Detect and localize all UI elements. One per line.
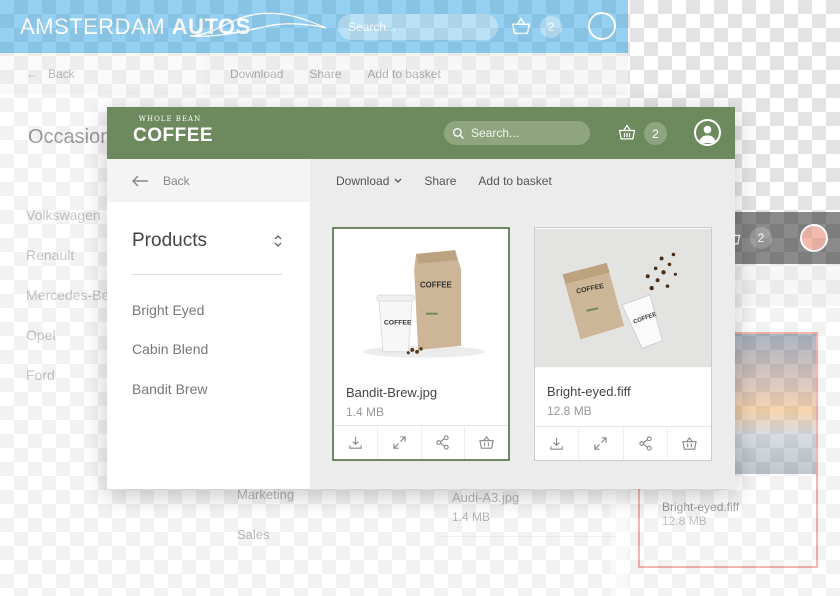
user-avatar-icon[interactable] [694,119,721,146]
download-icon[interactable] [535,427,580,460]
sidebar-item-bright-eyed[interactable]: Bright Eyed [132,302,204,318]
sidebar-item-mercedes[interactable]: Mercedes-Be [26,275,109,315]
autos-download-button[interactable]: Download [230,67,283,81]
sidebar-item-ford[interactable]: Ford [26,355,109,395]
search-input[interactable]: Search... [444,121,590,145]
add-to-basket-button[interactable]: Add to basket [478,174,551,188]
file-size: 12.8 MB [547,404,592,418]
file-name: Bandit-Brew.jpg [346,385,438,400]
basket-count-badge: 2 [750,227,772,249]
products-selector[interactable]: Products [132,230,282,252]
autos-header: AMSTERDAM AUTOS Search... 2 [0,0,628,53]
basket-icon[interactable] [617,123,637,143]
svg-text:COFFEE: COFFEE [420,280,452,289]
basket-count-badge: 2 [644,122,667,145]
sidebar-item-renault[interactable]: Renault [26,235,109,275]
basket-icon[interactable] [668,427,711,460]
sidebar-item-bandit-brew[interactable]: Bandit Brew [132,381,207,397]
file-card[interactable]: COFFEE COFFEE Bright-eyed.fiff 12.8 MB [534,227,712,461]
ghost-card-actions [438,536,616,570]
expand-icon[interactable] [378,426,422,459]
coffee-toolbar: Back Download Share Add to basket [107,159,735,202]
file-card[interactable]: COFFEE COFFEE Bandit-Brew.jpg 1.4 MB [332,227,510,461]
share-button[interactable]: Share [424,174,456,188]
coffee-logo[interactable]: WHOLE BEAN COFFEE [133,115,213,147]
sidebar-divider [132,274,282,275]
arrow-left-icon: ← [26,67,38,81]
coffee-beans-image: COFFEE COFFEE [535,228,711,368]
basket-count-badge: 2 [540,16,562,38]
file-size: 12.8 MB [662,514,707,528]
ghost-file-size: 1.4 MB [452,510,491,524]
file-grid: COFFEE COFFEE Bandit-Brew.jpg 1.4 MB COF… [310,202,735,489]
sidebar-item-opel[interactable]: Opel [26,315,109,355]
car-silhouette-icon [189,12,327,38]
coffee-window: WHOLE BEAN COFFEE Search... 2 Back Downl… [107,107,735,489]
download-icon[interactable] [334,426,378,459]
card-actions [535,426,711,460]
search-icon [452,127,464,139]
user-avatar-icon[interactable] [800,224,828,252]
sidebar-item-volkswagen[interactable]: Volkswagen [26,195,109,235]
autos-sidebar-list: Volkswagen Renault Mercedes-Be Opel Ford [26,195,109,395]
sidebar: Products Bright Eyed Cabin Blend Bandit … [107,202,310,489]
ghost-file-name: Audi-A3.jpg [452,490,520,505]
arrow-left-icon [132,175,148,186]
user-avatar-icon[interactable] [588,12,616,40]
autos-search-input[interactable]: Search... [338,14,498,40]
autos-back-button[interactable]: ← Back [0,53,204,95]
ghost-sidebar-marketing: Marketing [237,487,295,502]
svg-text:COFFEE: COFFEE [384,319,412,326]
autos-sidebar-title: Occasion [28,126,112,148]
sidebar-item-cabin-blend[interactable]: Cabin Blend [132,341,208,357]
share-icon[interactable] [624,427,668,460]
basket-icon[interactable] [510,16,532,38]
download-dropdown[interactable]: Download [336,174,402,188]
back-button[interactable]: Back [107,159,310,202]
autos-toolbar: ← Back Download Share Add to basket [0,53,628,95]
ghost-sidebar-sales: Sales [237,527,270,542]
chevron-down-icon [394,178,402,183]
expand-icon[interactable] [579,427,624,460]
coffee-header: WHOLE BEAN COFFEE Search... 2 [107,107,735,159]
share-icon[interactable] [422,426,466,459]
autos-share-button[interactable]: Share [309,67,341,81]
file-name: Bright-eyed.fiff [547,384,631,399]
file-size: 1.4 MB [346,405,385,419]
card-actions [334,425,508,459]
chevron-up-down-icon [274,235,282,247]
basket-icon[interactable] [465,426,508,459]
autos-add-basket-button[interactable]: Add to basket [367,67,440,81]
coffee-bag-cup-image: COFFEE COFFEE [334,230,508,368]
